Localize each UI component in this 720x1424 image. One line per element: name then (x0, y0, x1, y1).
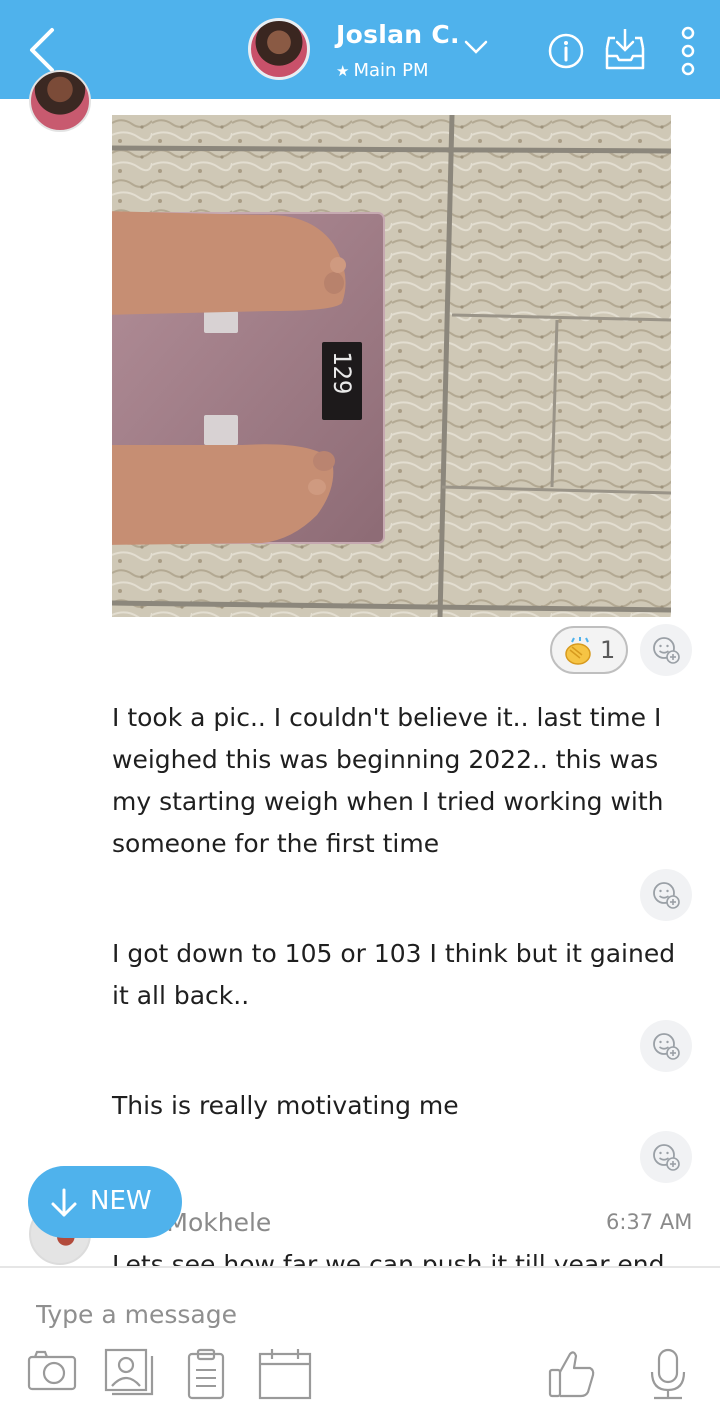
camera-button[interactable] (27, 1348, 77, 1396)
calendar-icon (258, 1349, 312, 1400)
message-input[interactable] (36, 1294, 676, 1334)
sender-avatar[interactable] (29, 70, 91, 132)
arrow-down-icon (51, 1188, 77, 1217)
message-time: 6:37 AM (606, 1210, 693, 1234)
new-messages-label: NEW (90, 1186, 152, 1216)
info-button[interactable] (547, 32, 585, 70)
clipboard-icon (187, 1348, 225, 1400)
star-icon: ★ (336, 62, 350, 80)
contact-avatar[interactable] (248, 18, 310, 80)
calendar-button[interactable] (258, 1348, 312, 1404)
scale-display: 129 (328, 351, 356, 394)
reaction-count: 1 (600, 636, 616, 664)
add-emoji-icon (653, 882, 680, 909)
add-emoji-icon (653, 1033, 680, 1060)
add-reaction-button[interactable] (640, 1020, 692, 1072)
chevron-down-icon[interactable] (463, 38, 489, 56)
add-reaction-button[interactable] (640, 869, 692, 921)
chat-subtitle: ★ Main PM (336, 60, 429, 81)
message-text: I got down to 105 or 103 I think but it … (112, 939, 676, 1010)
microphone-icon (650, 1348, 686, 1400)
chevron-left-icon (30, 28, 54, 72)
info-icon (548, 33, 584, 69)
chat-header: Joslan C. ★ Main PM (0, 0, 720, 99)
like-button[interactable] (548, 1348, 596, 1402)
message-text: I took a pic.. I couldn't believe it.. l… (112, 703, 664, 858)
thumbs-up-icon (548, 1351, 595, 1398)
reaction-chip[interactable]: 1 (550, 626, 628, 674)
back-button[interactable] (22, 26, 66, 74)
shared-photo[interactable]: 129 (112, 115, 671, 617)
contact-card-button[interactable] (104, 1348, 154, 1400)
message-composer (0, 1268, 720, 1424)
vertical-dots-icon (681, 26, 695, 76)
message-text: This is really motivating me (112, 1091, 459, 1120)
voice-message-button[interactable] (648, 1348, 688, 1404)
clapping-hands-icon (565, 637, 591, 665)
more-options-button[interactable] (676, 26, 700, 76)
contact-name[interactable]: Joslan C. (336, 20, 460, 49)
clipboard-button[interactable] (186, 1348, 226, 1404)
add-emoji-icon (653, 1144, 680, 1171)
inbox-button[interactable] (601, 26, 649, 72)
add-emoji-icon (653, 637, 680, 664)
inbox-download-icon (605, 29, 645, 70)
add-reaction-button[interactable] (640, 1131, 692, 1183)
message-text: Lets see how far we can push it till yea… (112, 1250, 665, 1266)
contact-card-icon (104, 1348, 154, 1396)
camera-icon (27, 1350, 77, 1391)
add-reaction-button[interactable] (640, 624, 692, 676)
new-messages-button[interactable]: NEW (28, 1166, 182, 1238)
